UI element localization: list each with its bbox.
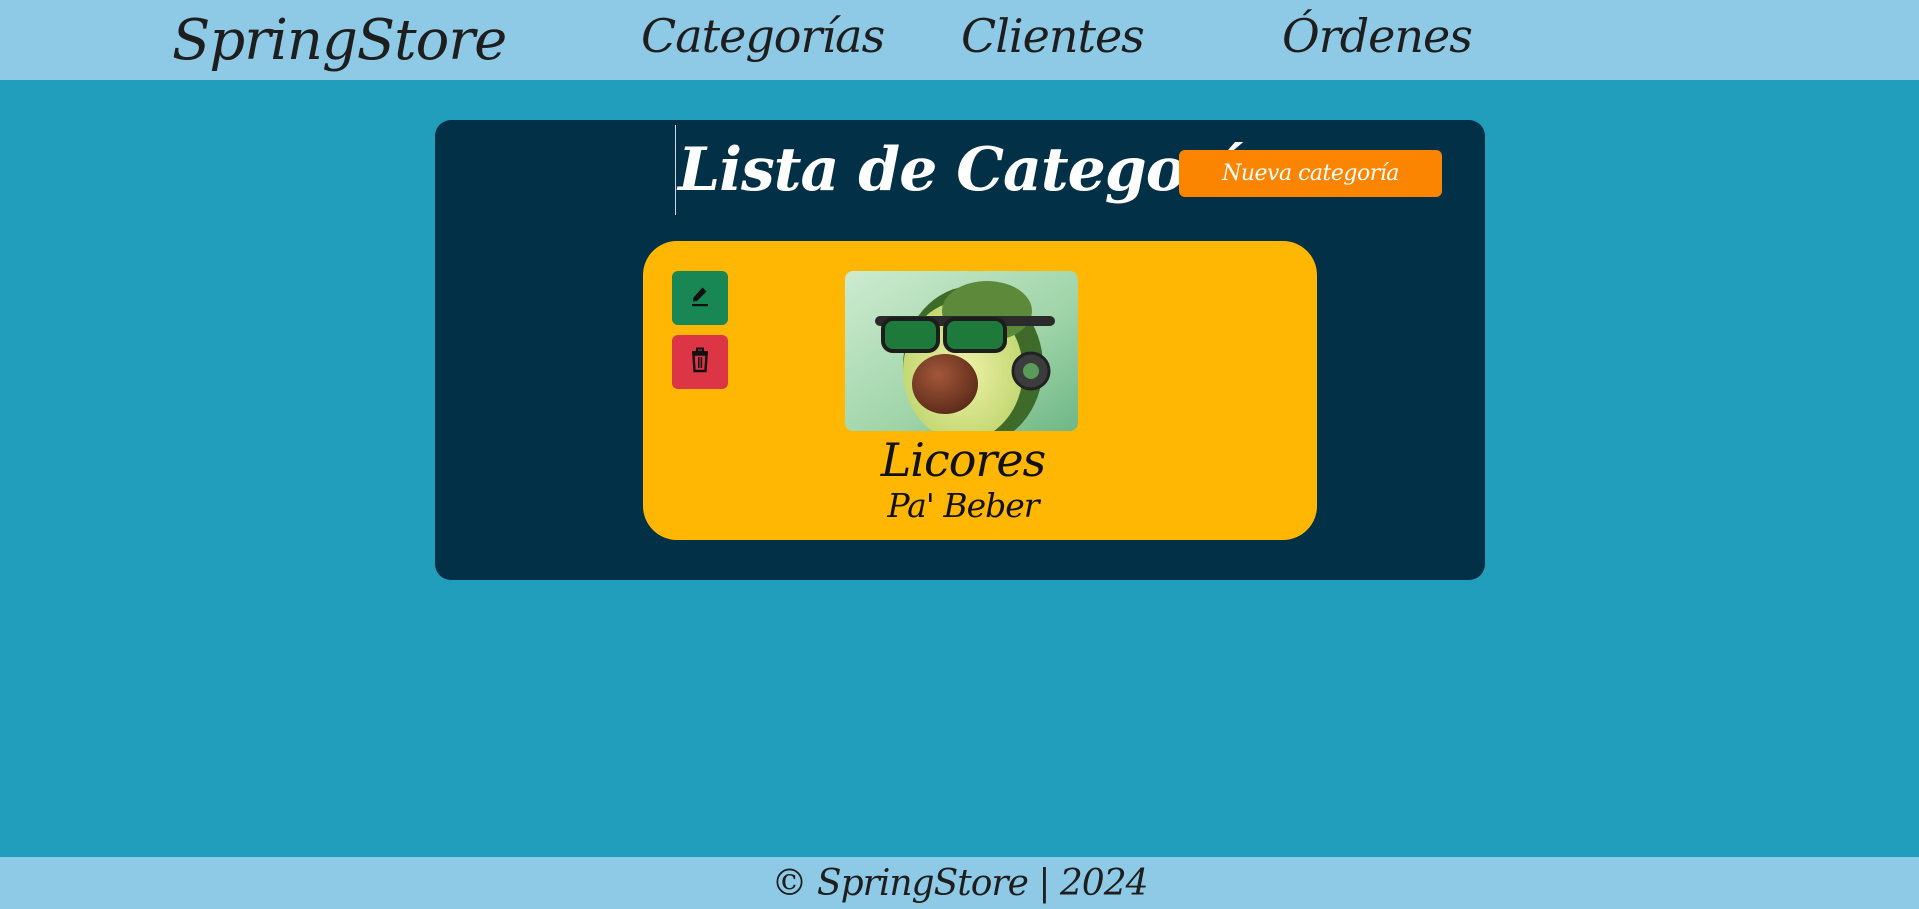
nav-link-categorias[interactable]: Categorías (641, 0, 885, 72)
nav-link-clientes[interactable]: Clientes (961, 0, 1145, 72)
nav-link-ordenes[interactable]: Órdenes (1282, 0, 1473, 72)
pencil-icon (687, 283, 713, 313)
brand-link[interactable]: SpringStore (172, 0, 507, 80)
category-description: Pa' Beber (887, 486, 1039, 525)
trash-icon (687, 346, 713, 378)
delete-category-button[interactable] (672, 335, 728, 389)
categories-panel: Lista de Categorías Nueva categoría Lico… (435, 120, 1485, 580)
new-category-button[interactable]: Nueva categoría (1179, 150, 1442, 197)
category-image (845, 271, 1078, 431)
footer-text: © SpringStore | 2024 (771, 862, 1148, 904)
category-card: Licores Pa' Beber (643, 241, 1317, 540)
category-name: Licores (880, 433, 1047, 487)
navbar: SpringStore Categorías Clientes Órdenes (0, 0, 1919, 80)
edit-category-button[interactable] (672, 271, 728, 325)
footer: © SpringStore | 2024 (0, 857, 1919, 909)
